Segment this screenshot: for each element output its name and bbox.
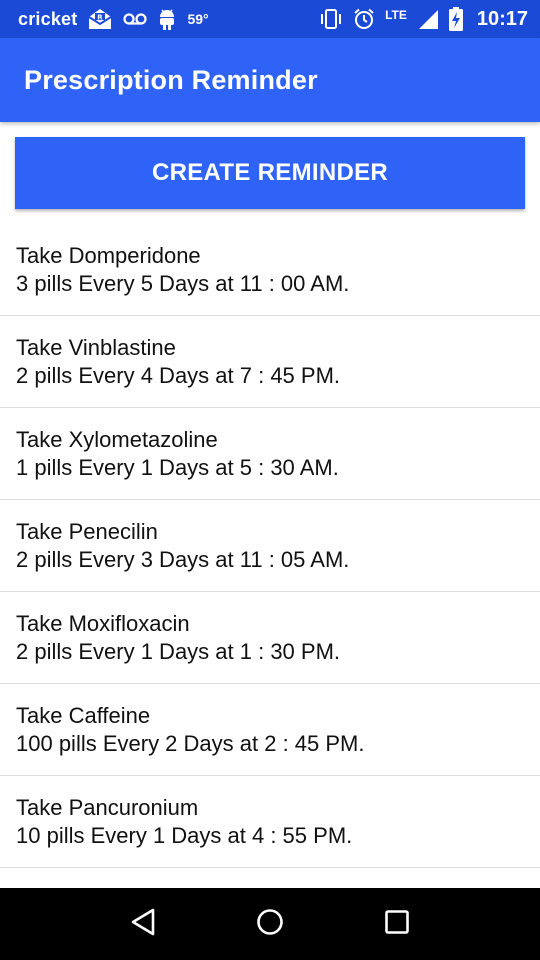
- temperature-label: 59°: [187, 11, 209, 27]
- status-bar: cricket R 59° LTE 10:17: [0, 0, 540, 38]
- reminder-detail: 2 pills Every 4 Days at 7 : 45 PM.: [16, 363, 341, 388]
- reminder-item[interactable]: Take Pancuronium 10 pills Every 1 Days at…: [0, 776, 540, 868]
- status-left: cricket R 59°: [18, 7, 209, 31]
- signal-icon: [417, 8, 439, 30]
- reminder-detail: 2 pills Every 1 Days at 1 : 30 PM.: [16, 639, 341, 664]
- reminder-item[interactable]: Take Xylometazoline 1 pills Every 1 Days …: [0, 408, 540, 500]
- reminder-title: Take Pancuronium: [16, 795, 199, 820]
- create-reminder-button[interactable]: CREATE REMINDER: [15, 137, 525, 209]
- reminder-title: Take Caffeine: [16, 703, 151, 728]
- carrier-label: cricket: [18, 8, 78, 29]
- voicemail-icon: [123, 12, 148, 26]
- status-right: LTE 10:17: [319, 7, 528, 31]
- reminder-detail: 1 pills Every 1 Days at 5 : 30 AM.: [16, 455, 339, 480]
- navigation-bar: [0, 888, 540, 960]
- reminder-title: Take Penecilin: [16, 519, 158, 544]
- network-label: LTE: [385, 8, 407, 22]
- alarm-icon: [353, 8, 375, 30]
- reminder-item[interactable]: Take Vinblastine 2 pills Every 4 Days at …: [0, 316, 540, 408]
- home-button[interactable]: [240, 894, 300, 954]
- back-icon: [129, 907, 157, 942]
- battery-charging-icon: [448, 7, 463, 31]
- reminder-detail: 10 pills Every 1 Days at 4 : 55 PM.: [16, 823, 353, 848]
- home-icon: [255, 907, 285, 942]
- reminder-title: Take Xylometazoline: [16, 427, 218, 452]
- reminder-detail: 3 pills Every 5 Days at 11 : 00 AM.: [16, 271, 350, 296]
- app-bar: Prescription Reminder: [0, 38, 540, 122]
- back-button[interactable]: [113, 894, 173, 954]
- reminder-title: Take Domperidone: [16, 243, 201, 268]
- reminder-item[interactable]: Take Moxifloxacin 2 pills Every 1 Days at…: [0, 592, 540, 684]
- recents-icon: [384, 909, 410, 940]
- clock-label: 10:17: [476, 7, 528, 30]
- android-icon: [157, 7, 177, 31]
- recents-button[interactable]: [367, 894, 427, 954]
- reminder-item[interactable]: Take Caffeine 100 pills Every 2 Days at 2…: [0, 684, 540, 776]
- reminder-item[interactable]: Take Penecilin 2 pills Every 3 Days at 11…: [0, 500, 540, 592]
- reminder-detail: 2 pills Every 3 Days at 11 : 05 AM.: [16, 547, 350, 572]
- reminder-title: Take Vinblastine: [16, 335, 176, 360]
- reminder-title: Take Moxifloxacin: [16, 611, 190, 636]
- app-title: Prescription Reminder: [24, 64, 318, 95]
- reminder-item[interactable]: Take Domperidone 3 pills Every 5 Days at …: [0, 224, 540, 316]
- vibrate-icon: [319, 8, 343, 30]
- envelope-icon: R: [87, 8, 113, 30]
- reminder-list[interactable]: Take Domperidone 3 pills Every 5 Days at …: [0, 224, 540, 888]
- svg-text:R: R: [98, 14, 104, 22]
- reminder-detail: 100 pills Every 2 Days at 2 : 45 PM.: [16, 731, 365, 756]
